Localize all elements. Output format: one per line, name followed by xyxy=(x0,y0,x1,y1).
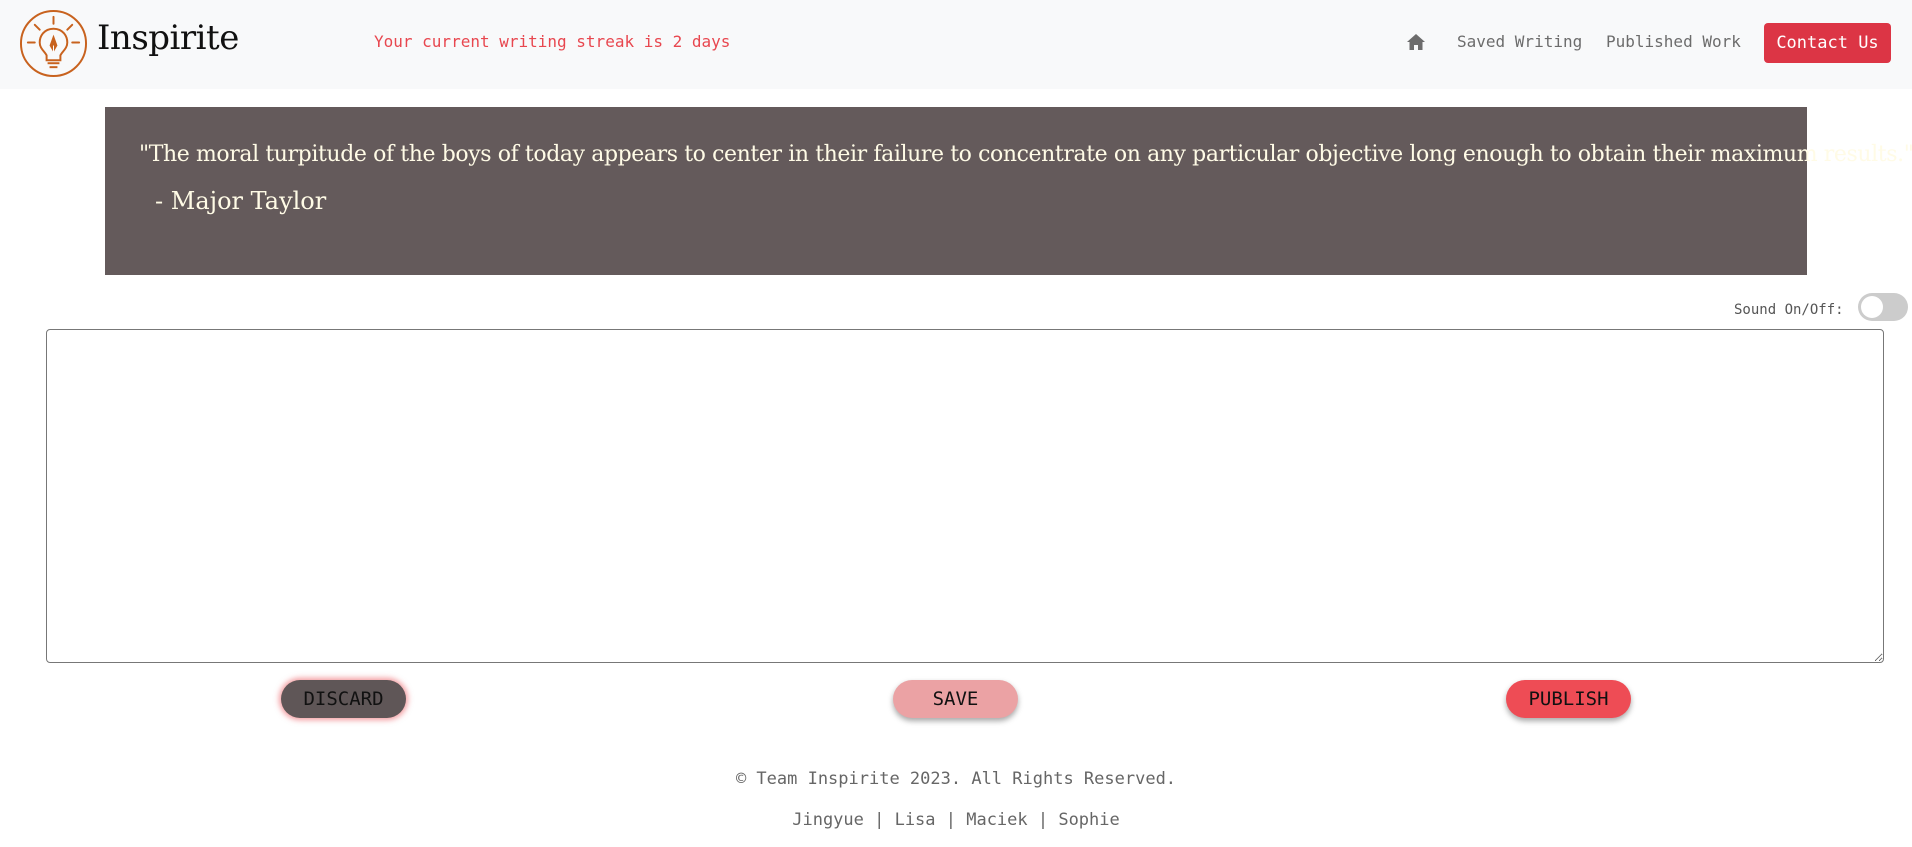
navbar: Inspirite Your current writing streak is… xyxy=(0,0,1912,89)
brand-name[interactable]: Inspirite xyxy=(97,18,239,58)
quote-text: "The moral turpitude of the boys of toda… xyxy=(139,142,1912,167)
lightbulb-pen-icon[interactable] xyxy=(19,9,88,78)
quote-box: "The moral turpitude of the boys of toda… xyxy=(105,107,1912,275)
writing-textarea[interactable] xyxy=(46,329,1884,663)
sound-toggle[interactable] xyxy=(1858,293,1908,321)
writing-streak-text: Your current writing streak is 2 days xyxy=(374,32,731,51)
contact-us-button[interactable]: Contact Us xyxy=(1764,23,1891,63)
quote-author: - Major Taylor xyxy=(155,187,327,215)
nav-saved-writing[interactable]: Saved Writing xyxy=(1457,32,1582,51)
footer-copyright: © Team Inspirite 2023. All Rights Reserv… xyxy=(735,769,1177,789)
home-icon[interactable] xyxy=(1406,32,1426,52)
footer-team-names: Jingyue | Lisa | Maciek | Sophie xyxy=(792,810,1120,830)
nav-published-work[interactable]: Published Work xyxy=(1606,32,1741,51)
sound-toggle-label: Sound On/Off: xyxy=(1734,302,1844,318)
toggle-knob xyxy=(1861,296,1883,318)
publish-button[interactable]: PUBLISH xyxy=(1506,680,1631,718)
save-button[interactable]: SAVE xyxy=(893,680,1018,718)
discard-button[interactable]: DISCARD xyxy=(281,680,406,718)
